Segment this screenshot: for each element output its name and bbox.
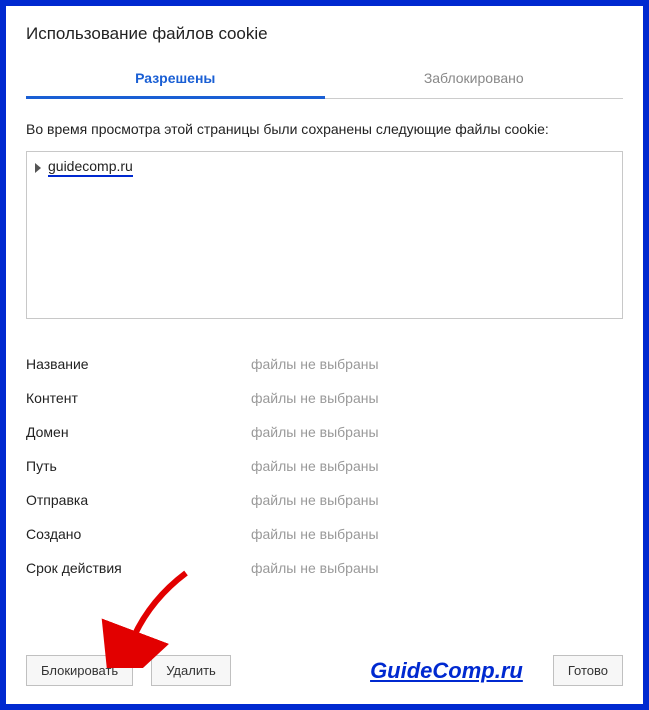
- dialog-frame: Использование файлов cookie Разрешены За…: [0, 0, 649, 710]
- detail-value: файлы не выбраны: [251, 458, 379, 474]
- tree-item-domain[interactable]: guidecomp.ru: [35, 158, 614, 177]
- delete-button[interactable]: Удалить: [151, 655, 231, 686]
- detail-label: Создано: [26, 526, 251, 542]
- detail-label: Контент: [26, 390, 251, 406]
- detail-label: Отправка: [26, 492, 251, 508]
- button-bar: Блокировать Удалить GuideComp.ru Готово: [26, 655, 623, 686]
- detail-label: Путь: [26, 458, 251, 474]
- watermark-text: GuideComp.ru: [370, 658, 523, 684]
- cookie-tree-list[interactable]: guidecomp.ru: [26, 151, 623, 319]
- detail-row: Путь файлы не выбраны: [26, 449, 623, 483]
- detail-label: Срок действия: [26, 560, 251, 576]
- tab-allowed[interactable]: Разрешены: [26, 60, 325, 98]
- cookie-dialog: Использование файлов cookie Разрешены За…: [6, 6, 643, 704]
- detail-value: файлы не выбраны: [251, 356, 379, 372]
- detail-value: файлы не выбраны: [251, 560, 379, 576]
- block-button[interactable]: Блокировать: [26, 655, 133, 686]
- detail-row: Домен файлы не выбраны: [26, 415, 623, 449]
- detail-value: файлы не выбраны: [251, 526, 379, 542]
- detail-label: Домен: [26, 424, 251, 440]
- detail-row: Отправка файлы не выбраны: [26, 483, 623, 517]
- dialog-title: Использование файлов cookie: [26, 24, 623, 44]
- chevron-right-icon: [35, 163, 41, 173]
- detail-value: файлы не выбраны: [251, 424, 379, 440]
- detail-row: Контент файлы не выбраны: [26, 381, 623, 415]
- detail-row: Срок действия файлы не выбраны: [26, 551, 623, 585]
- description-text: Во время просмотра этой страницы были со…: [26, 121, 623, 137]
- detail-row: Создано файлы не выбраны: [26, 517, 623, 551]
- done-button[interactable]: Готово: [553, 655, 623, 686]
- detail-row: Название файлы не выбраны: [26, 347, 623, 381]
- tab-bar: Разрешены Заблокировано: [26, 60, 623, 99]
- tree-domain-label: guidecomp.ru: [48, 158, 133, 177]
- detail-label: Название: [26, 356, 251, 372]
- detail-value: файлы не выбраны: [251, 492, 379, 508]
- detail-value: файлы не выбраны: [251, 390, 379, 406]
- cookie-details: Название файлы не выбраны Контент файлы …: [26, 347, 623, 585]
- tab-blocked[interactable]: Заблокировано: [325, 60, 624, 98]
